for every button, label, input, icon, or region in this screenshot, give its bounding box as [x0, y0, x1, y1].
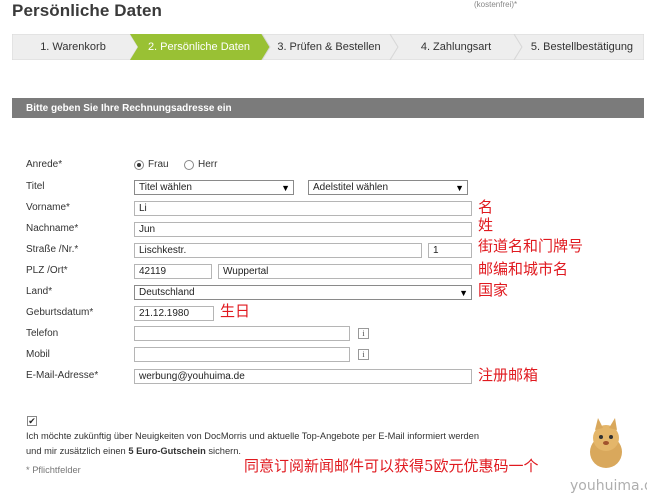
- step-bestellbestaetigung[interactable]: 5. Bestellbestätigung: [520, 34, 644, 60]
- step-persoenliche-daten[interactable]: 2. Persönliche Daten: [134, 34, 264, 60]
- telefon-label: Telefon: [26, 328, 59, 339]
- vorname-input[interactable]: Li: [134, 201, 472, 216]
- email-input[interactable]: werbung@youhuima.de: [134, 369, 472, 384]
- watermark: youhuima.de: [570, 478, 647, 494]
- chevron-down-icon: ▼: [281, 183, 290, 193]
- top-note: (kostenfrei)*: [474, 0, 518, 9]
- annotation-email: 注册邮箱: [478, 366, 539, 384]
- newsletter-checkbox[interactable]: ✔: [27, 416, 37, 426]
- radio-frau[interactable]: [134, 160, 144, 170]
- anrede-label: Anrede*: [26, 159, 63, 170]
- mascot-icon: [590, 418, 622, 468]
- radio-frau-label: Frau: [148, 159, 169, 170]
- land-label: Land*: [26, 286, 53, 297]
- step-warenkorb[interactable]: 1. Warenkorb: [12, 34, 134, 60]
- vorname-label: Vorname*: [26, 202, 70, 213]
- radio-herr-label: Herr: [198, 159, 218, 170]
- mobil-label: Mobil: [26, 349, 50, 360]
- newsletter-text-line2: und mir zusätzlich einen 5 Euro-Gutschei…: [26, 446, 241, 456]
- ort-input[interactable]: Wuppertal: [218, 264, 472, 279]
- titel-select-value: Titel wählen: [139, 182, 192, 193]
- geburtsdatum-input[interactable]: 21.12.1980: [134, 306, 214, 321]
- check-icon: ✔: [28, 416, 36, 426]
- annotation-strasse: 街道名和门牌号: [478, 237, 584, 255]
- telefon-input[interactable]: [134, 326, 350, 341]
- strasse-label: Straße /Nr.*: [26, 244, 79, 255]
- strasse-input[interactable]: Lischkestr.: [134, 243, 422, 258]
- radio-herr[interactable]: [184, 160, 194, 170]
- annotation-newsletter: 同意订阅新闻邮件可以获得5欧元优惠码一个: [244, 457, 539, 475]
- plz-ort-label: PLZ /Ort*: [26, 265, 68, 276]
- annotation-nachname: 姓: [478, 216, 494, 234]
- nachname-label: Nachname*: [26, 223, 79, 234]
- titel-label: Titel: [26, 181, 45, 192]
- nachname-input[interactable]: Jun: [134, 222, 472, 237]
- mobil-input[interactable]: [134, 347, 350, 362]
- info-icon[interactable]: i: [358, 349, 369, 360]
- hausnummer-input[interactable]: 1: [428, 243, 472, 258]
- newsletter-text-post: sichern.: [205, 446, 241, 456]
- annotation-geburtsdatum: 生日: [220, 302, 251, 320]
- plz-input[interactable]: 42119: [134, 264, 212, 279]
- chevron-down-icon: ▼: [459, 288, 468, 298]
- titel-select[interactable]: Titel wählen ▼: [134, 180, 294, 195]
- step-pruefen-bestellen[interactable]: 3. Prüfen & Bestellen: [264, 34, 394, 60]
- email-label: E-Mail-Adresse*: [26, 370, 99, 381]
- newsletter-text-line1: Ich möchte zukünftig über Neuigkeiten vo…: [26, 431, 480, 441]
- page-title: Persönliche Daten: [12, 1, 163, 20]
- annotation-plz-ort: 邮编和城市名: [478, 260, 569, 278]
- step-zahlungsart[interactable]: 4. Zahlungsart: [394, 34, 518, 60]
- section-title: Bitte geben Sie Ihre Rechnungsadresse ei…: [26, 103, 232, 114]
- chevron-down-icon: ▼: [455, 183, 464, 193]
- newsletter-voucher: 5 Euro-Gutschein: [128, 446, 206, 456]
- land-select[interactable]: Deutschland ▼: [134, 285, 472, 300]
- land-select-value: Deutschland: [139, 287, 195, 298]
- info-icon[interactable]: i: [358, 328, 369, 339]
- adelstitel-select-value: Adelstitel wählen: [313, 182, 389, 193]
- newsletter-text-pre: und mir zusätzlich einen: [26, 446, 129, 456]
- required-note: * Pflichtfelder: [26, 465, 81, 475]
- annotation-land: 国家: [478, 281, 509, 299]
- geburtsdatum-label: Geburtsdatum*: [26, 307, 94, 318]
- annotation-vorname: 名: [478, 198, 494, 216]
- adelstitel-select[interactable]: Adelstitel wählen ▼: [308, 180, 468, 195]
